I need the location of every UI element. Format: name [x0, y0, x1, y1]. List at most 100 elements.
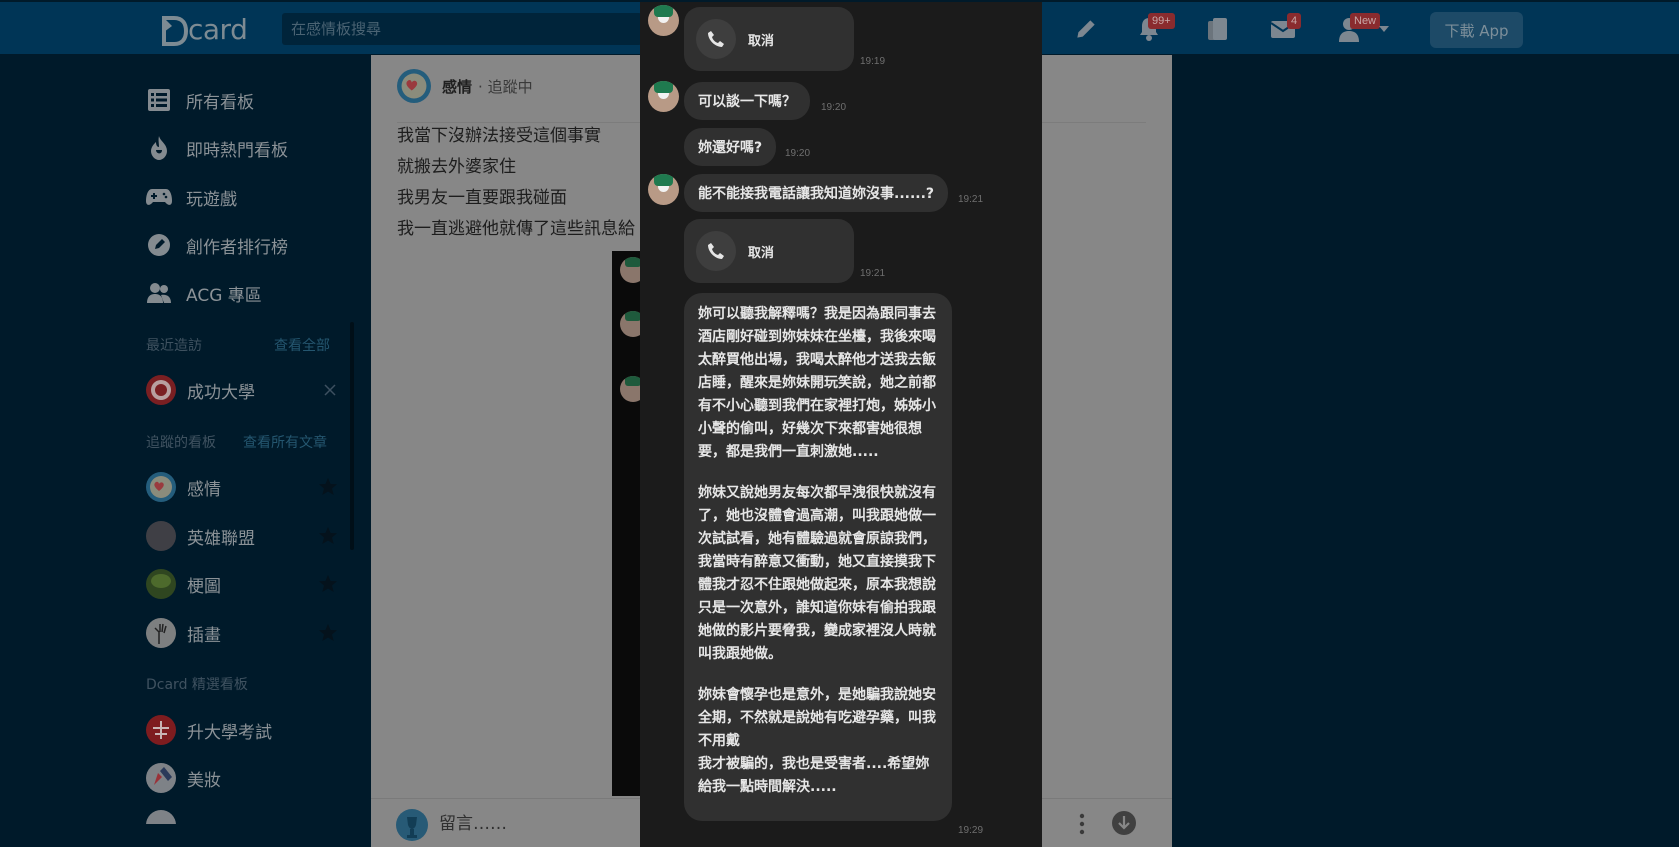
post-board-name[interactable]: 感情 — [442, 76, 472, 97]
comment-input[interactable] — [439, 811, 599, 837]
call-bubble: 取消 — [684, 7, 854, 71]
board-avatar — [146, 375, 176, 405]
cards-icon[interactable] — [1205, 16, 1231, 42]
sidebar-item-all-boards[interactable]: 所有看板 — [146, 85, 346, 115]
view-all-link[interactable]: 查看全部 — [274, 335, 330, 355]
featured-section-label: Dcard 精選看板 — [146, 677, 248, 693]
arrow-down-icon — [1118, 816, 1130, 830]
close-icon[interactable] — [324, 384, 336, 396]
message-time: 19:29 — [958, 825, 984, 836]
board-name: 升大學考試 — [187, 722, 272, 743]
sidebar-item-label: 所有看板 — [186, 92, 254, 113]
board-avatar — [146, 763, 176, 793]
board-avatar — [146, 618, 176, 648]
featured-board-exam[interactable]: 升大學考試 — [146, 714, 336, 746]
board-name: 美妝 — [187, 770, 221, 791]
featured-board-cute[interactable]: 寺伊卡哇 — [146, 810, 336, 824]
more-options-icon[interactable] — [1077, 813, 1087, 835]
dcard-logo-icon — [162, 16, 188, 46]
long-message-bubble: 妳可以聽我解釋嗎？我是因為跟同事去酒店剛好碰到妳妹妹在坐檯，我後來喝太醉買他出場… — [684, 293, 952, 821]
message-bubble: 能不能接我電話讓我知道妳沒事......? — [684, 174, 949, 212]
search-input[interactable] — [282, 13, 642, 45]
call-label: 取消 — [748, 34, 775, 49]
pencil-icon[interactable] — [1073, 16, 1099, 42]
star-icon[interactable] — [318, 623, 338, 643]
pen-badge-icon — [146, 232, 172, 258]
follow-status[interactable]: · 追蹤中 — [478, 76, 533, 97]
board-avatar — [146, 472, 176, 502]
board-name: 寺伊卡哇 — [187, 819, 255, 824]
message-time: 19:20 — [821, 102, 847, 113]
recent-section-label: 最近造訪 — [146, 338, 202, 354]
sender-avatar — [648, 81, 679, 112]
user-avatar — [396, 809, 428, 841]
caret-down-icon — [1379, 26, 1389, 32]
mail-badge: 4 — [1287, 13, 1302, 29]
following-section-label: 追蹤的看板 — [146, 435, 216, 451]
list-icon — [146, 87, 172, 113]
call-icon-wrap — [696, 19, 736, 59]
message-paragraph: 妳可以聽我解釋嗎？我是因為跟同事去酒店剛好碰到妳妹妹在坐檯，我後來喝太醉買他出場… — [698, 306, 936, 460]
messages-button[interactable]: 4 — [1270, 13, 1302, 42]
profile-new-badge: New — [1350, 13, 1381, 29]
sidebar-item-acg[interactable]: ACG 專區 — [146, 278, 346, 308]
star-icon[interactable] — [318, 526, 338, 546]
call-icon-wrap — [696, 231, 736, 271]
gamepad-icon — [146, 184, 172, 210]
board-name: 梗圖 — [187, 576, 221, 597]
post-body-line: 我當下沒辦法接受這個事實 — [397, 126, 601, 146]
board-avatar — [146, 715, 176, 745]
sidebar-item-games[interactable]: 玩遊戲 — [146, 182, 346, 212]
followed-board-lol[interactable]: 英雄聯盟 — [146, 520, 338, 552]
sender-avatar — [648, 174, 679, 205]
sidebar-item-label: 創作者排行榜 — [186, 237, 288, 258]
board-avatar[interactable] — [397, 69, 431, 103]
followed-board-relationship[interactable]: 感情 — [146, 471, 338, 503]
users-icon — [146, 280, 172, 306]
phone-icon — [708, 243, 724, 259]
profile-menu-button[interactable]: New — [1338, 13, 1398, 42]
followed-board-memes[interactable]: 梗圖 — [146, 568, 338, 600]
sidebar-item-label: ACG 專區 — [186, 285, 262, 306]
board-name: 英雄聯盟 — [187, 528, 255, 549]
board-name: 成功大學 — [187, 382, 255, 403]
chat-screenshot-overlay: 取消 19:19 可以談一下嗎？ 19:20 妳還好嗎? 19:20 能不能接我… — [640, 2, 1042, 847]
notifications-button[interactable]: 99+ — [1137, 13, 1175, 42]
flame-icon — [146, 135, 172, 161]
sender-avatar — [648, 5, 679, 36]
message-time: 19:21 — [860, 268, 886, 279]
message-bubble: 妳還好嗎? — [684, 128, 777, 166]
logo-text: card — [188, 13, 248, 46]
scroll-down-button[interactable] — [1112, 811, 1136, 835]
star-icon[interactable] — [318, 574, 338, 594]
post-body-line: 我一直逃避他就傳了這些訊息給 — [397, 219, 635, 239]
download-app-button[interactable]: 下載 App — [1430, 12, 1523, 48]
message-bubble: 可以談一下嗎？ — [684, 82, 810, 120]
follow-status-text: 追蹤中 — [487, 77, 533, 96]
message-time: 19:19 — [860, 56, 886, 67]
board-avatar — [146, 810, 176, 824]
board-name: 插畫 — [187, 625, 221, 646]
phone-icon — [708, 31, 724, 47]
post-board-header: 感情 · 追蹤中 — [397, 69, 533, 103]
sidebar-item-creator-ranking[interactable]: 創作者排行榜 — [146, 230, 346, 260]
message-paragraph: 妳妹會懷孕也是意外，是她騙我說她安全期，不然就是說她有吃避孕藥，叫我不用戴 我才… — [698, 687, 936, 795]
followed-board-illustration[interactable]: 插畫 — [146, 617, 338, 649]
sidebar-item-label: 玩遊戲 — [186, 189, 237, 210]
message-time: 19:21 — [958, 194, 984, 205]
recent-board-ncku[interactable]: 成功大學 — [146, 374, 336, 406]
board-avatar — [146, 521, 176, 551]
sidebar-scrollbar[interactable] — [350, 322, 354, 550]
star-icon[interactable] — [318, 477, 338, 497]
sidebar-item-trending[interactable]: 即時熱門看板 — [146, 133, 346, 163]
featured-board-makeup[interactable]: 美妝 — [146, 762, 336, 794]
board-avatar — [146, 569, 176, 599]
dcard-logo[interactable]: card — [162, 12, 248, 46]
message-paragraph: 妳妹又說她男友每次都早洩很快就沒有了，她也沒體會過高潮，叫我跟她做一次試試看，她… — [698, 485, 936, 662]
notifications-badge: 99+ — [1148, 13, 1175, 29]
call-bubble: 取消 — [684, 219, 854, 283]
post-body-line: 我男友一直要跟我碰面 — [397, 188, 567, 208]
board-name: 感情 — [187, 479, 221, 500]
view-all-posts-link[interactable]: 查看所有文章 — [243, 432, 327, 452]
message-time: 19:20 — [785, 148, 811, 159]
